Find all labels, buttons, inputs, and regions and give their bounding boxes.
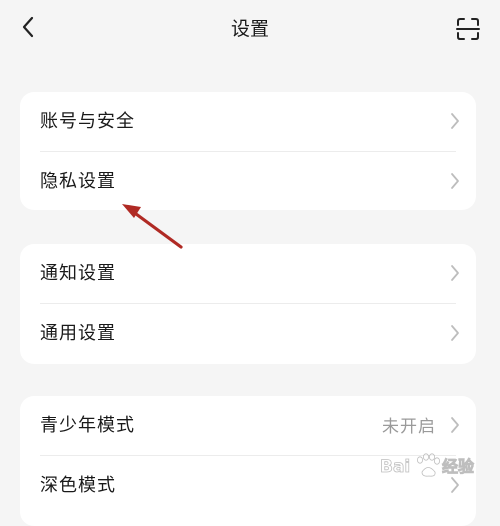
settings-group-account: 账号与安全 隐私设置 [20,92,476,210]
settings-item-account-security[interactable]: 账号与安全 [20,92,476,150]
settings-item-privacy[interactable]: 隐私设置 [20,152,476,210]
svg-text:经验: 经验 [442,457,475,476]
chevron-right-icon [451,417,459,433]
svg-text:Bai: Bai [380,457,410,477]
settings-item-label: 通用设置 [40,323,116,344]
page-title: 设置 [230,18,269,40]
baidu-watermark-logo: Bai 经验 [380,453,475,477]
settings-group-general: 通知设置 通用设置 [20,244,476,364]
settings-item-label: 账号与安全 [40,111,135,132]
settings-item-notifications[interactable]: 通知设置 [20,244,476,302]
settings-item-label: 青少年模式 [40,415,135,436]
chevron-right-icon [451,265,459,281]
chevron-right-icon [451,113,459,129]
settings-item-general[interactable]: 通用设置 [20,304,476,362]
chevron-right-icon [451,325,459,341]
settings-item-label: 通知设置 [40,263,116,284]
teen-mode-status: 未开启 [382,417,436,437]
chevron-right-icon [451,173,459,189]
header-bar: 设置 [0,0,500,56]
settings-item-label: 隐私设置 [40,171,116,192]
scan-icon [456,18,480,40]
scan-button[interactable] [451,12,485,46]
settings-item-label: 深色模式 [40,475,116,496]
